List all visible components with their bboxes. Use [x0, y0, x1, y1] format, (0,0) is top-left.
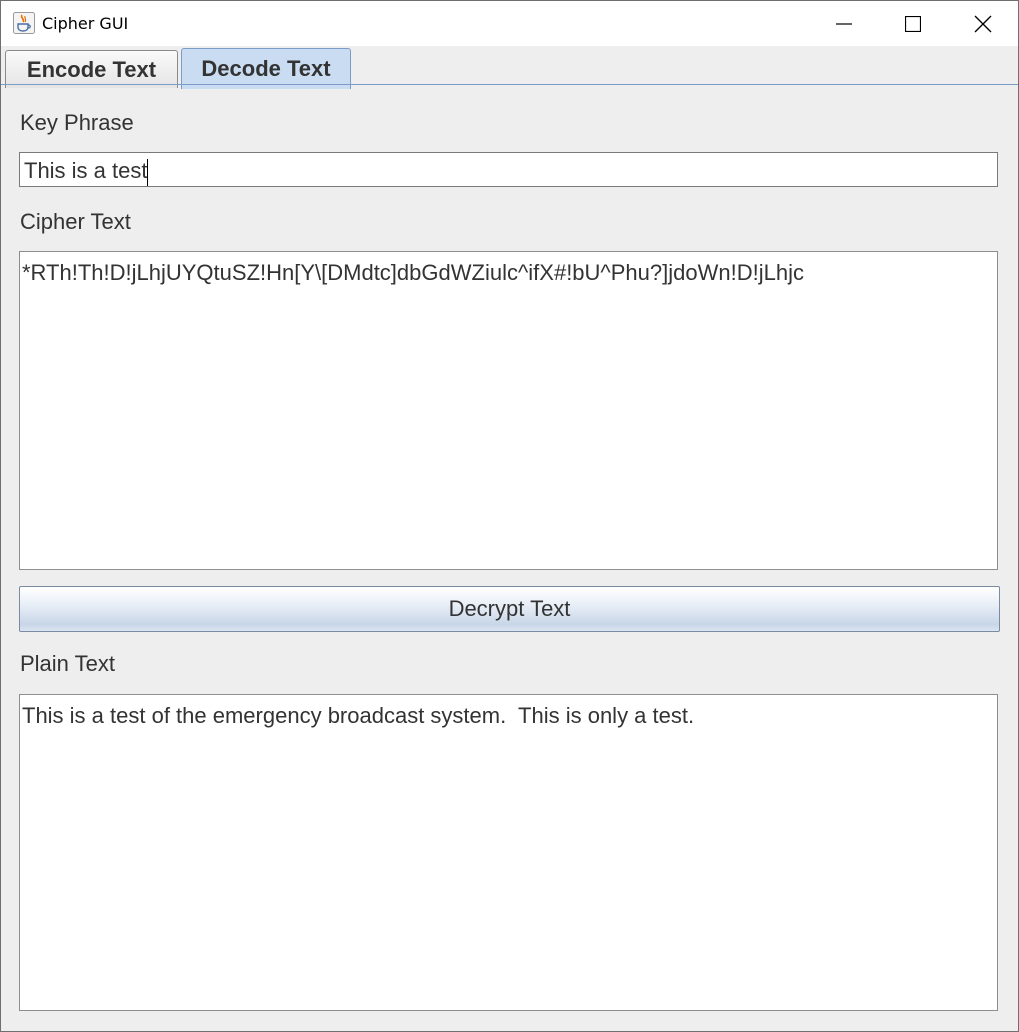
key-phrase-value: This is a test	[24, 158, 148, 183]
tab-separator	[1, 84, 1018, 85]
minimize-button[interactable]	[809, 1, 879, 46]
window-title: Cipher GUI	[42, 14, 129, 33]
cipher-text-label: Cipher Text	[20, 209, 131, 234]
tab-decode-text[interactable]: Decode Text	[181, 48, 351, 89]
close-icon	[974, 15, 992, 32]
close-button[interactable]	[948, 1, 1018, 46]
maximize-button[interactable]	[878, 1, 948, 46]
key-phrase-field[interactable]: This is a test	[19, 152, 998, 187]
java-cup-icon	[13, 12, 35, 34]
key-phrase-label: Key Phrase	[20, 110, 134, 135]
plain-text-area[interactable]: This is a test of the emergency broadcas…	[19, 694, 998, 1011]
cipher-text-area[interactable]: *RTh!Th!D!jLhjUYQtuSZ!Hn[Y\[DMdtc]dbGdWZ…	[19, 251, 998, 570]
title-bar[interactable]: Cipher GUI	[1, 1, 1018, 46]
plain-text-label: Plain Text	[20, 651, 115, 676]
decrypt-text-button[interactable]: Decrypt Text	[19, 586, 1000, 632]
tab-encode-text[interactable]: Encode Text	[5, 50, 178, 88]
text-caret	[147, 158, 149, 186]
maximize-icon	[905, 15, 921, 32]
application-window: Cipher GUI Encode Text Decode Text Key P…	[0, 0, 1019, 1032]
minimize-icon	[836, 22, 852, 25]
